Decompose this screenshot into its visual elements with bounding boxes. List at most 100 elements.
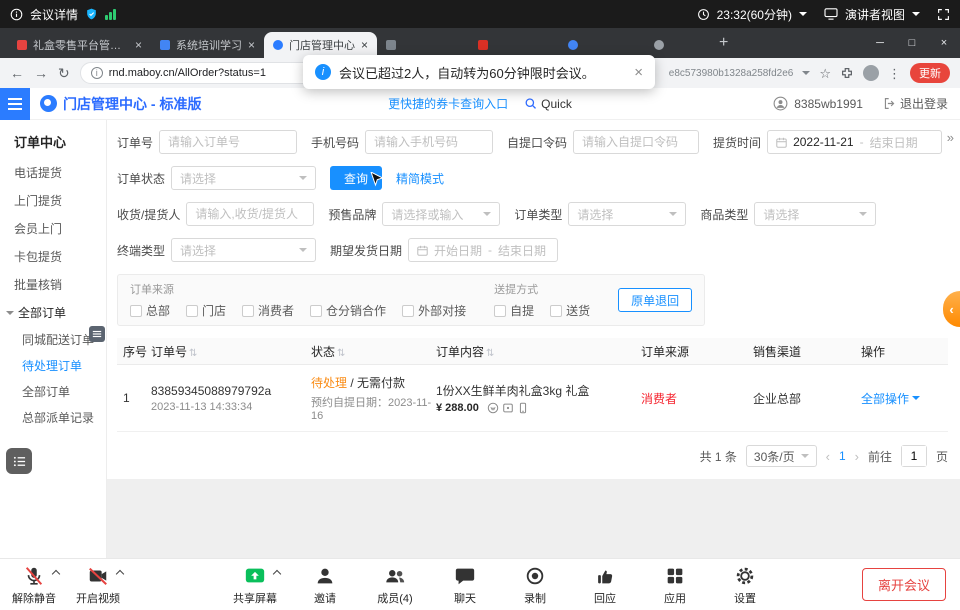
network-signal-icon[interactable] xyxy=(105,9,116,20)
apps-button[interactable]: 应用 xyxy=(653,564,697,606)
tab-close-icon[interactable]: × xyxy=(135,39,142,51)
window-close-button[interactable]: × xyxy=(928,28,960,58)
sidebar-pin-icon[interactable] xyxy=(89,326,105,342)
bookmark-star-icon[interactable]: ☆ xyxy=(819,67,831,80)
goto-page-input[interactable] xyxy=(901,445,927,467)
terminal-type-select[interactable]: 请选择 xyxy=(171,238,316,262)
sidebar-item-all-orders[interactable]: 全部订单 xyxy=(0,379,106,405)
receiver-input[interactable] xyxy=(186,202,314,226)
toast-close-icon[interactable]: × xyxy=(634,64,643,81)
page-size-select[interactable]: 30条/页 xyxy=(746,445,817,467)
settings-label: 设置 xyxy=(734,590,756,606)
sort-icon[interactable]: ⇅ xyxy=(337,348,345,359)
unmute-button[interactable]: 解除静音 xyxy=(12,564,56,606)
leave-meeting-button[interactable]: 离开会议 xyxy=(862,568,946,601)
pickup-code-input[interactable] xyxy=(573,130,699,154)
sidebar-item-card-pickup[interactable]: 卡包提货 xyxy=(0,243,106,271)
browser-profile-avatar[interactable] xyxy=(863,65,879,81)
sidebar-item-pending-orders[interactable]: 待处理订单 xyxy=(0,353,106,379)
range-separator: - xyxy=(488,243,492,257)
record-button[interactable]: 录制 xyxy=(513,564,557,606)
simple-mode-link[interactable]: 精简模式 xyxy=(396,170,444,187)
meeting-title[interactable]: 会议详情 xyxy=(30,6,78,23)
members-button[interactable]: 成员(4) xyxy=(373,564,417,606)
chat-button[interactable]: 聊天 xyxy=(443,564,487,606)
floating-list-button[interactable] xyxy=(6,448,32,474)
sort-icon[interactable]: ⇅ xyxy=(189,348,197,359)
unmute-label: 解除静音 xyxy=(12,590,56,606)
header-order-no[interactable]: 订单号⇅ xyxy=(151,343,311,360)
coupon-query-link[interactable]: 更快捷的券卡查询入口 xyxy=(388,95,508,112)
tab-close-icon[interactable]: × xyxy=(248,39,255,51)
site-info-icon[interactable]: i xyxy=(91,67,103,79)
header-content[interactable]: 订单内容⇅ xyxy=(436,343,641,360)
sidebar-item-phone-pickup[interactable]: 电话提货 xyxy=(0,159,106,187)
new-tab-button[interactable]: + xyxy=(719,34,728,52)
sidebar-item-hq-dispatch[interactable]: 总部派单记录 xyxy=(0,405,106,431)
window-minimize-button[interactable]: ─ xyxy=(864,28,896,58)
all-actions-dropdown[interactable]: 全部操作 xyxy=(861,390,948,407)
sidebar-item-batch-verify[interactable]: 批量核销 xyxy=(0,271,106,299)
source-checkbox-consumer[interactable]: 消费者 xyxy=(242,302,294,319)
source-checkbox-external[interactable]: 外部对接 xyxy=(402,302,466,319)
meeting-toast: i 会议已超过2人，自动转为60分钟限时会议。 × xyxy=(303,55,655,89)
brand-select[interactable]: 请选择或输入 xyxy=(382,202,500,226)
browser-menu-icon[interactable]: ⋮ xyxy=(888,67,901,80)
goods-type-select[interactable]: 请选择 xyxy=(754,202,876,226)
source-checkbox-warehouse[interactable]: 仓分销合作 xyxy=(310,302,386,319)
settings-button[interactable]: 设置 xyxy=(723,564,767,606)
tab-close-icon[interactable]: × xyxy=(361,39,368,51)
share-screen-button[interactable]: 共享屏幕 xyxy=(233,564,277,606)
view-mode-caret-icon[interactable] xyxy=(912,12,920,20)
username[interactable]: 8385wb1991 xyxy=(794,97,863,111)
browser-update-button[interactable]: 更新 xyxy=(910,63,950,83)
checkbox-icon xyxy=(402,305,414,317)
security-shield-icon[interactable] xyxy=(85,7,98,21)
expect-ship-range[interactable]: 开始日期 - 结束日期 xyxy=(408,238,558,262)
logout-button[interactable]: 退出登录 xyxy=(883,95,948,112)
forward-button[interactable]: → xyxy=(34,66,48,80)
meeting-info-icon[interactable] xyxy=(10,8,23,21)
quick-search[interactable]: Quick xyxy=(524,97,572,111)
fullscreen-icon[interactable] xyxy=(937,8,950,21)
mic-options-caret[interactable] xyxy=(52,569,60,577)
reactions-button[interactable]: 回应 xyxy=(583,564,627,606)
sort-icon[interactable]: ⇅ xyxy=(486,348,494,359)
share-options-caret[interactable] xyxy=(273,569,281,577)
sidebar-group-all-orders[interactable]: 全部订单 xyxy=(0,299,106,327)
browser-tab-1[interactable]: 系统培训学习 × xyxy=(151,32,264,58)
sidebar-item-door-pickup[interactable]: 上门提货 xyxy=(0,187,106,215)
page-number-1[interactable]: 1 xyxy=(839,449,846,463)
browser-tab-6[interactable] xyxy=(645,32,709,58)
source-checkbox-store[interactable]: 门店 xyxy=(186,302,226,319)
prev-page-button[interactable]: ‹ xyxy=(826,449,830,464)
source-checkbox-hq[interactable]: 总部 xyxy=(130,302,170,319)
header-status[interactable]: 状态⇅ xyxy=(311,343,436,360)
start-video-button[interactable]: 开启视频 xyxy=(76,564,120,606)
sidebar-item-member-visit[interactable]: 会员上门 xyxy=(0,215,106,243)
pickup-date-range[interactable]: 2022-11-21 - 结束日期 xyxy=(767,130,942,154)
browser-tab-0[interactable]: 礼盒零售平台管理中心 × xyxy=(8,32,151,58)
sidebar-toggle-button[interactable] xyxy=(0,88,30,120)
delivery-checkbox-selfpickup[interactable]: 自提 xyxy=(494,302,534,319)
order-number[interactable]: 83859345088979792a xyxy=(151,384,311,398)
delivery-checkbox-delivery[interactable]: 送货 xyxy=(550,302,590,319)
timer-caret-icon[interactable] xyxy=(799,12,807,20)
window-maximize-button[interactable]: □ xyxy=(896,28,928,58)
order-no-input[interactable] xyxy=(159,130,297,154)
back-button[interactable]: ← xyxy=(10,66,24,80)
return-order-button[interactable]: 原单退回 xyxy=(618,288,692,312)
video-options-caret[interactable] xyxy=(116,569,124,577)
screen: 会议详情 23:32(60分钟) 演讲者视图 礼盒零售平台管理中心 × 系统培训… xyxy=(0,0,960,610)
phone-input[interactable] xyxy=(365,130,493,154)
extensions-puzzle-icon[interactable] xyxy=(840,66,854,80)
reload-button[interactable]: ↻ xyxy=(58,66,70,80)
order-type-select[interactable]: 请选择 xyxy=(568,202,686,226)
order-status-select[interactable]: 请选择 xyxy=(171,166,316,190)
extension-caret-icon[interactable] xyxy=(802,71,810,79)
panel-collapse-icon[interactable]: » xyxy=(947,130,954,145)
gift-tag-icon xyxy=(502,402,514,414)
invite-button[interactable]: 邀请 xyxy=(303,564,347,606)
next-page-button[interactable]: › xyxy=(855,449,859,464)
order-time: 2023-11-13 14:33:34 xyxy=(151,401,311,413)
